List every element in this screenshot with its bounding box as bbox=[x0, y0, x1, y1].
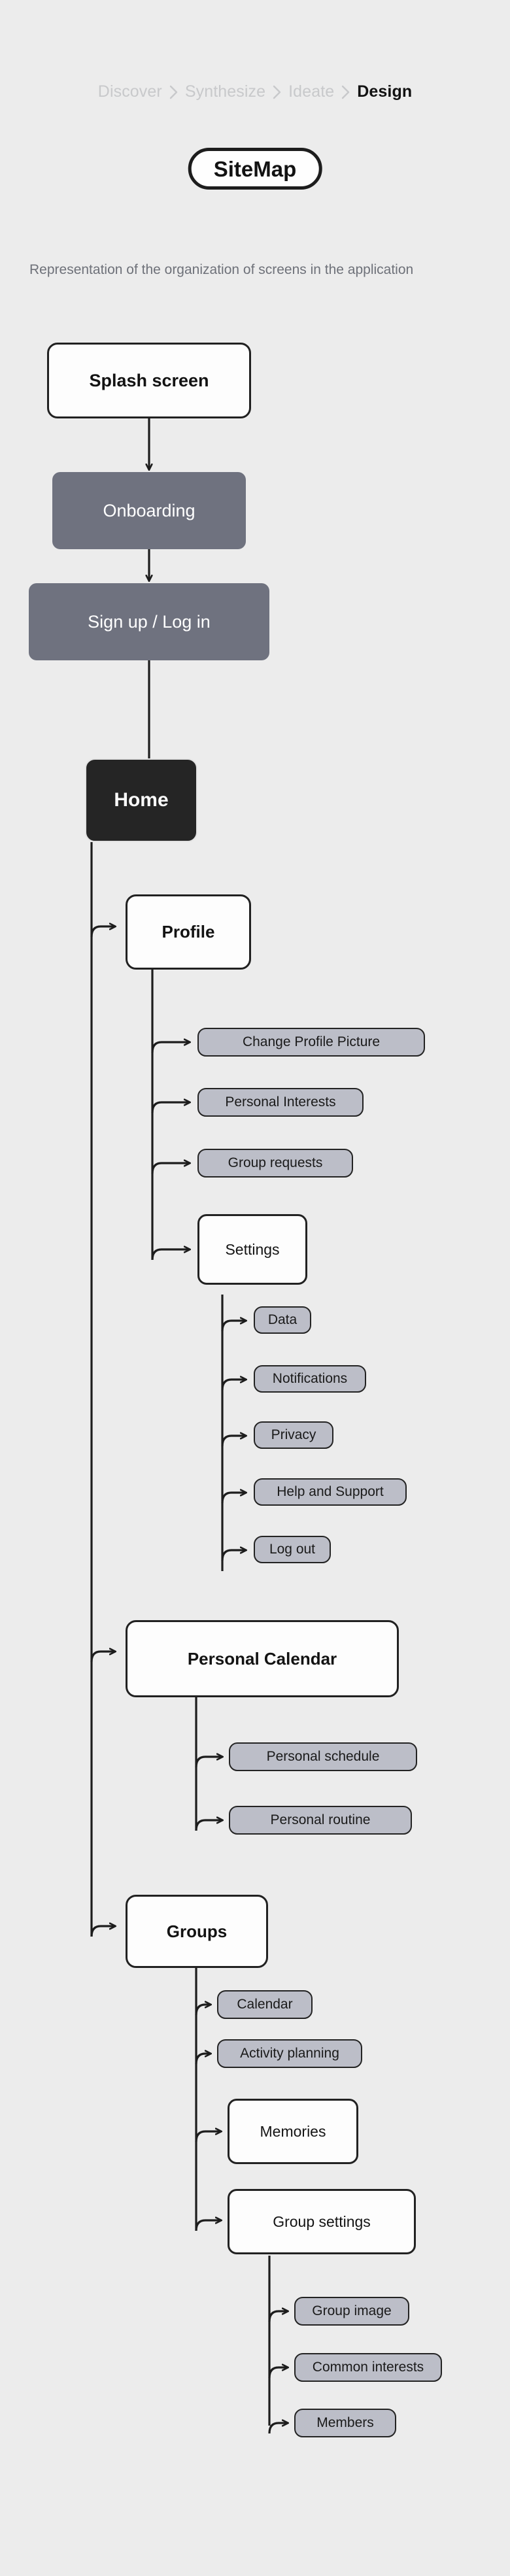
page-description: Representation of the organization of sc… bbox=[29, 262, 414, 277]
node-label: Group settings bbox=[273, 2212, 371, 2230]
node-group-requests[interactable]: Group requests bbox=[197, 1149, 353, 1178]
node-memories[interactable]: Memories bbox=[228, 2099, 358, 2164]
node-settings[interactable]: Settings bbox=[197, 1214, 307, 1285]
node-label: Settings bbox=[225, 1240, 280, 1258]
node-label: Personal schedule bbox=[266, 1749, 380, 1764]
node-label: Home bbox=[114, 789, 169, 811]
node-label: Personal Calendar bbox=[187, 1648, 337, 1669]
node-data[interactable]: Data bbox=[254, 1306, 311, 1334]
node-label: Data bbox=[267, 1312, 298, 1327]
breadcrumb-item-ideate[interactable]: Ideate bbox=[288, 82, 334, 101]
chevron-right-icon bbox=[273, 85, 281, 99]
node-label: Sign up / Log in bbox=[88, 611, 211, 632]
node-home[interactable]: Home bbox=[85, 758, 197, 842]
node-label: Profile bbox=[162, 922, 215, 941]
node-label: Group requests bbox=[228, 1155, 323, 1170]
node-personal-routine[interactable]: Personal routine bbox=[229, 1806, 412, 1835]
node-group-settings[interactable]: Group settings bbox=[228, 2189, 416, 2254]
node-label: Personal Interests bbox=[225, 1094, 336, 1110]
node-onboarding[interactable]: Onboarding bbox=[52, 472, 246, 549]
node-change-profile-picture[interactable]: Change Profile Picture bbox=[197, 1028, 425, 1057]
node-label: Personal routine bbox=[270, 1812, 371, 1827]
node-label: Activity planning bbox=[240, 2046, 339, 2061]
node-notifications[interactable]: Notifications bbox=[254, 1365, 366, 1393]
sitemap-canvas: Discover Synthesize Ideate Design SiteMa… bbox=[0, 0, 510, 2576]
node-personal-calendar[interactable]: Personal Calendar bbox=[126, 1620, 399, 1697]
breadcrumb-item-design[interactable]: Design bbox=[357, 82, 412, 101]
node-signup-login[interactable]: Sign up / Log in bbox=[29, 583, 269, 660]
node-label: Log out bbox=[269, 1542, 316, 1557]
breadcrumb: Discover Synthesize Ideate Design bbox=[0, 82, 510, 101]
node-label: Privacy bbox=[271, 1427, 316, 1442]
node-group-image[interactable]: Group image bbox=[294, 2297, 409, 2326]
node-help-and-support[interactable]: Help and Support bbox=[254, 1478, 407, 1506]
node-personal-schedule[interactable]: Personal schedule bbox=[229, 1742, 417, 1771]
node-label: Groups bbox=[166, 1921, 228, 1941]
breadcrumb-item-synthesize[interactable]: Synthesize bbox=[185, 82, 265, 101]
node-personal-interests[interactable]: Personal Interests bbox=[197, 1088, 364, 1117]
node-label: Calendar bbox=[237, 1997, 293, 2012]
page-title: SiteMap bbox=[188, 148, 322, 190]
node-label: Help and Support bbox=[277, 1484, 384, 1499]
node-label: Members bbox=[316, 2415, 374, 2430]
node-label: Group image bbox=[312, 2303, 392, 2318]
node-label: Change Profile Picture bbox=[242, 1034, 381, 1049]
node-privacy[interactable]: Privacy bbox=[254, 1421, 333, 1449]
node-label: Memories bbox=[260, 2122, 326, 2140]
node-label: Splash screen bbox=[89, 370, 209, 390]
node-common-interests[interactable]: Common interests bbox=[294, 2353, 442, 2382]
node-members[interactable]: Members bbox=[294, 2409, 396, 2437]
node-label: Notifications bbox=[272, 1371, 348, 1386]
node-calendar[interactable]: Calendar bbox=[217, 1990, 313, 2019]
node-groups[interactable]: Groups bbox=[126, 1895, 268, 1968]
node-label: Common interests bbox=[312, 2360, 424, 2375]
node-profile[interactable]: Profile bbox=[126, 894, 251, 970]
node-label: Onboarding bbox=[103, 500, 196, 520]
chevron-right-icon bbox=[341, 85, 350, 99]
breadcrumb-item-discover[interactable]: Discover bbox=[98, 82, 162, 101]
node-activity-planning[interactable]: Activity planning bbox=[217, 2039, 362, 2068]
node-log-out[interactable]: Log out bbox=[254, 1536, 331, 1563]
chevron-right-icon bbox=[169, 85, 178, 99]
node-splash-screen[interactable]: Splash screen bbox=[47, 343, 251, 418]
